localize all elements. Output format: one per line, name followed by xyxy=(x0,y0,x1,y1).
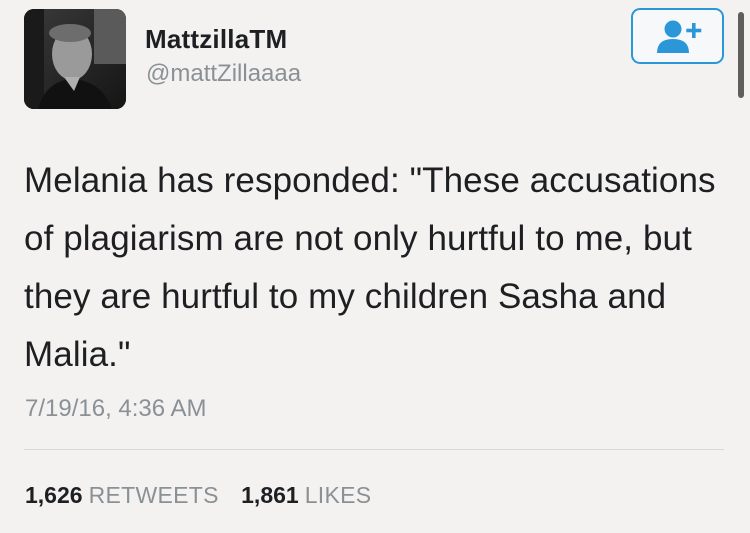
likes-label: LIKES xyxy=(304,482,372,508)
retweets-count: 1,626 xyxy=(25,482,83,508)
likes-stat[interactable]: 1,861 LIKES xyxy=(241,482,371,508)
avatar[interactable] xyxy=(24,9,126,109)
scrollbar[interactable] xyxy=(738,12,744,98)
add-person-icon xyxy=(656,20,701,53)
profile-photo-icon xyxy=(24,9,126,109)
likes-count: 1,861 xyxy=(241,482,299,508)
display-name[interactable]: MattzillaTM xyxy=(145,24,287,55)
tweet-stats: 1,626 RETWEETS 1,861 LIKES xyxy=(25,482,387,509)
divider xyxy=(24,449,724,450)
user-handle[interactable]: @mattZillaaaa xyxy=(146,60,301,88)
follow-button[interactable] xyxy=(631,8,724,64)
retweets-stat[interactable]: 1,626 RETWEETS xyxy=(25,482,225,508)
retweets-label: RETWEETS xyxy=(88,482,219,508)
tweet-text: Melania has responded: "These accusation… xyxy=(24,161,716,374)
tweet-timestamp[interactable]: 7/19/16, 4:36 AM xyxy=(25,395,206,423)
